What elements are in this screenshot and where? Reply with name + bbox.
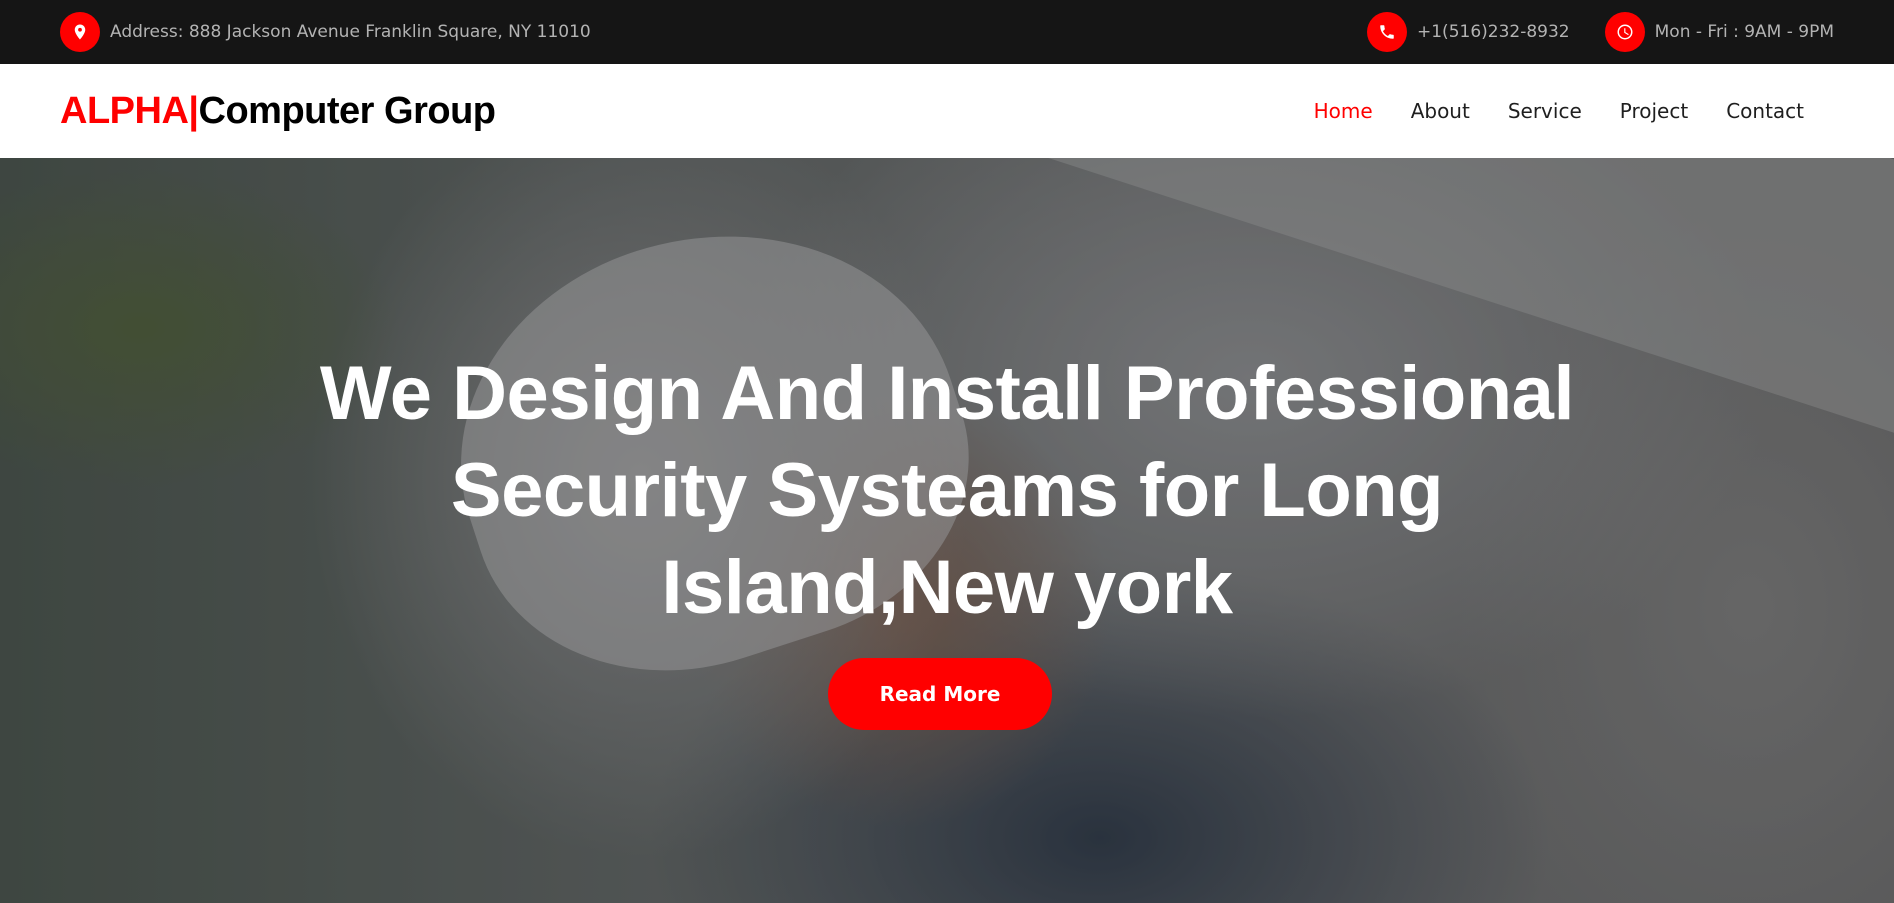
brand-logo-part2: Computer Group [198,89,496,132]
top-info-bar: Address: 888 Jackson Avenue Franklin Squ… [0,0,1894,64]
nav-link-contact[interactable]: Contact [1726,99,1804,123]
brand-logo[interactable]: ALPHA|Computer Group [60,90,496,133]
nav-link-home[interactable]: Home [1314,99,1373,123]
address-text: Address: 888 Jackson Avenue Franklin Squ… [110,22,591,42]
hours-item: Mon - Fri : 9AM - 9PM [1604,12,1834,52]
brand-logo-part1: ALPHA| [60,89,199,132]
main-nav: Home About Service Project Contact [1276,99,1804,123]
hours-text: Mon - Fri : 9AM - 9PM [1654,22,1834,42]
read-more-button[interactable]: Read More [828,658,1052,730]
hero-title: We Design And Install Professional Secur… [319,351,1575,630]
nav-link-service[interactable]: Service [1508,99,1582,123]
main-navbar: ALPHA|Computer Group Home About Service … [0,64,1894,158]
nav-link-about[interactable]: About [1411,99,1470,123]
phone-icon [1367,12,1407,52]
map-pin-icon [60,12,100,52]
phone-item[interactable]: +1(516)232-8932 [1367,12,1570,52]
phone-text[interactable]: +1(516)232-8932 [1417,22,1570,42]
clock-icon [1604,12,1645,52]
contact-group: +1(516)232-8932 Mon - Fri : 9AM - 9PM [1367,12,1834,52]
nav-link-project[interactable]: Project [1620,99,1688,123]
address-group: Address: 888 Jackson Avenue Franklin Squ… [60,12,591,52]
address-item: Address: 888 Jackson Avenue Franklin Squ… [60,12,591,52]
